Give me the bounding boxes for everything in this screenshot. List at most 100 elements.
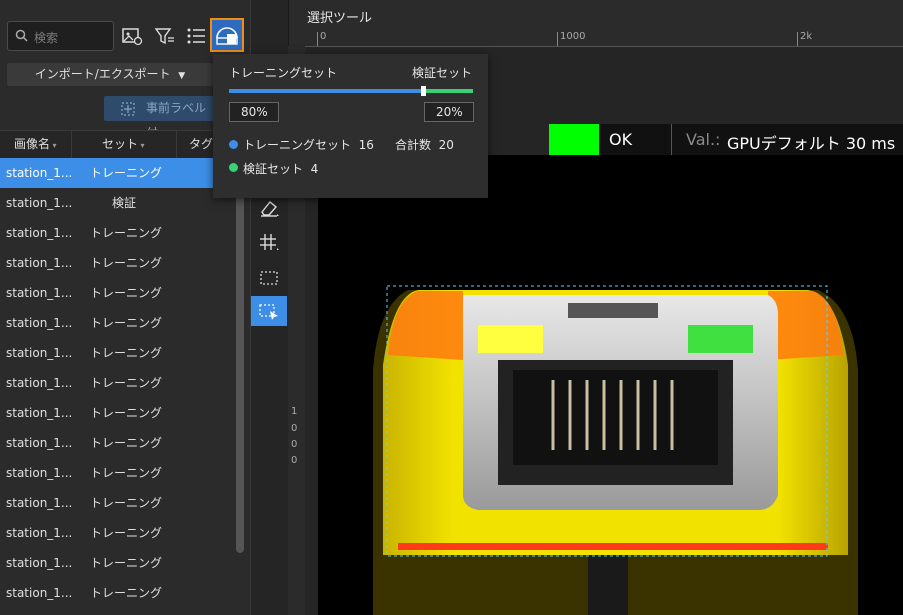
training-set-label: トレーニングセット xyxy=(229,66,338,80)
list-view-button[interactable] xyxy=(181,21,211,51)
eraser-icon xyxy=(261,201,279,217)
inspection-image[interactable] xyxy=(318,155,903,615)
image-name-cell: station_1... xyxy=(6,166,73,180)
table-row[interactable]: station_1... トレーニング xyxy=(0,308,236,338)
import-export-label: インポート/エクスポート xyxy=(34,67,171,81)
table-row[interactable]: station_1... トレーニング xyxy=(0,458,236,488)
set-cell: トレーニング xyxy=(90,166,163,180)
import-export-button[interactable]: インポート/エクスポート ▼ xyxy=(7,63,213,86)
page-title: 選択ツール xyxy=(307,11,373,26)
image-name-cell: station_1... xyxy=(6,346,73,360)
training-legend-dot xyxy=(229,140,238,149)
validation-count: 検証セット 4 xyxy=(243,162,319,176)
image-name-cell: station_1... xyxy=(6,406,73,420)
hash-grid-icon xyxy=(260,234,279,250)
table-row[interactable]: station_1... トレーニング xyxy=(0,428,236,458)
table-row[interactable]: station_1... トレーニング xyxy=(0,548,236,578)
list-icon xyxy=(187,28,205,44)
set-cell: トレーニング xyxy=(90,256,163,270)
search-icon xyxy=(15,29,28,45)
set-cell: トレーニング xyxy=(90,556,163,570)
table-row[interactable]: station_1... トレーニング xyxy=(0,578,236,608)
table-row[interactable]: station_1... トレーニング xyxy=(0,368,236,398)
column-header-tag[interactable]: タグ xyxy=(189,131,213,158)
validation-legend-dot xyxy=(229,163,238,172)
split-slider[interactable] xyxy=(229,86,473,96)
slider-fill xyxy=(229,89,425,93)
result-text: OK xyxy=(609,130,633,149)
column-header-set[interactable]: セット ▾ xyxy=(102,131,145,158)
ruler-horizontal: 0 1000 2k xyxy=(305,30,903,47)
set-cell: トレーニング xyxy=(90,526,163,540)
chevron-down-icon: ▼ xyxy=(178,71,186,81)
grid-tool[interactable] xyxy=(251,227,287,257)
set-cell: トレーニング xyxy=(90,226,163,240)
image-name-cell: station_1... xyxy=(6,286,73,300)
val-label: Val.: xyxy=(686,130,721,149)
table-row[interactable]: station_1... トレーニング xyxy=(0,248,236,278)
training-percent-input[interactable]: 80% xyxy=(229,102,279,122)
image-name-cell: station_1... xyxy=(6,226,73,240)
scrollbar[interactable] xyxy=(236,160,244,553)
set-cell: トレーニング xyxy=(90,586,163,600)
table-row[interactable]: station_1... トレーニング xyxy=(0,488,236,518)
set-cell: トレーニング xyxy=(90,316,163,330)
image-name-cell: station_1... xyxy=(6,376,73,390)
image-name-cell: station_1... xyxy=(6,496,73,510)
validation-percent-input[interactable]: 20% xyxy=(424,102,474,122)
image-table: station_1... トレーニング station_1... 検証 station_… xyxy=(0,158,236,608)
image-name-cell: station_1... xyxy=(6,436,73,450)
ruler-label: 0 xyxy=(320,31,327,42)
image-name-cell: station_1... xyxy=(6,466,73,480)
image-name-cell: station_1... xyxy=(6,316,73,330)
table-row[interactable]: station_1... トレーニング xyxy=(0,278,236,308)
set-cell: トレーニング xyxy=(90,466,163,480)
set-cell: トレーニング xyxy=(90,286,163,300)
set-cell: 検証 xyxy=(112,196,137,210)
image-settings-button[interactable] xyxy=(117,21,147,51)
slider-handle[interactable] xyxy=(421,86,427,96)
image-name-cell: station_1... xyxy=(6,556,73,570)
table-row[interactable]: station_1... 検証 xyxy=(0,188,236,218)
total-count: 合計数 20 xyxy=(395,138,454,152)
inspection-status-bar: OK Val.: GPUデフォルト 30 ms xyxy=(549,124,903,155)
dataset-split-popup: トレーニングセット 検証セット 80% 20% トレーニングセット 16 合計数… xyxy=(213,54,488,198)
dashed-rectangle-icon xyxy=(260,271,278,285)
table-row[interactable]: station_1... トレーニング xyxy=(0,158,236,188)
set-cell: トレーニング xyxy=(90,496,163,510)
set-cell: トレーニング xyxy=(90,376,163,390)
select-rectangle-icon xyxy=(259,304,278,320)
dataset-split-button[interactable] xyxy=(210,18,244,52)
prelabel-button[interactable]: 事前ラベル付 xyxy=(104,96,214,140)
image-settings-icon xyxy=(122,28,143,46)
dashed-select-tool[interactable] xyxy=(251,263,287,293)
search-input[interactable]: 検索 xyxy=(7,21,114,51)
validation-set-label: 検証セット xyxy=(411,66,472,80)
table-row[interactable]: station_1... トレーニング xyxy=(0,338,236,368)
main-header xyxy=(290,0,903,30)
ethernet-port-photo xyxy=(373,285,858,615)
ok-indicator xyxy=(549,124,599,155)
image-name-cell: station_1... xyxy=(6,196,73,210)
table-row[interactable]: station_1... トレーニング xyxy=(0,518,236,548)
ruler-label: 0 xyxy=(291,455,298,466)
filter-icon xyxy=(154,28,174,45)
ruler-label: 1 xyxy=(291,406,298,417)
ruler-label: 0 xyxy=(291,439,298,450)
ruler-label: 1000 xyxy=(560,31,586,42)
set-cell: トレーニング xyxy=(90,406,163,420)
table-row[interactable]: station_1... トレーニング xyxy=(0,218,236,248)
search-placeholder: 検索 xyxy=(34,31,59,45)
prelabel-icon xyxy=(120,96,136,121)
image-name-cell: station_1... xyxy=(6,526,73,540)
image-name-cell: station_1... xyxy=(6,586,73,600)
image-name-cell: station_1... xyxy=(6,256,73,270)
ruler-label: 0 xyxy=(291,423,298,434)
rect-select-tool[interactable] xyxy=(251,296,287,326)
column-header-image-name[interactable]: 画像名 ▾ xyxy=(14,131,57,158)
filter-button[interactable] xyxy=(150,21,180,51)
val-text: GPUデフォルト 30 ms xyxy=(727,134,896,153)
training-count: トレーニングセット 16 xyxy=(243,138,374,152)
table-row[interactable]: station_1... トレーニング xyxy=(0,398,236,428)
dataset-split-icon xyxy=(216,27,238,45)
